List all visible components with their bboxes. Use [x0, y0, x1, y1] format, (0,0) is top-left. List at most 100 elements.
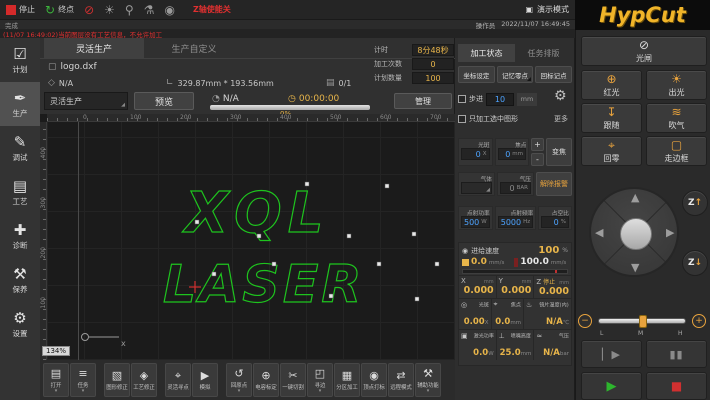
sidebar-item-process[interactable]: ▤ 工艺: [0, 170, 40, 214]
remote-mode-button[interactable]: ⇄ 远程模式: [388, 363, 414, 397]
operator-label: 操作员: [476, 20, 496, 30]
process-fix-button[interactable]: ◈ 工艺修正: [131, 363, 157, 397]
focus-cell: 焦点 0 mm: [495, 138, 530, 166]
shutter-button[interactable]: ⊘ 光闸: [581, 36, 707, 66]
slider-minus-button[interactable]: −: [578, 314, 592, 328]
zone-processing-button[interactable]: ▦ 分区加工: [334, 363, 360, 397]
demo-mode-button[interactable]: ▣ 演示模式: [525, 4, 569, 15]
jog-control: ▲ ▼ ◀ ▶ Z↑ Z↓: [581, 175, 707, 305]
sidebar-item-production[interactable]: ✒ 生产: [0, 82, 40, 126]
jog-up-arrow[interactable]: ▲: [631, 191, 639, 204]
only-selected-checkbox[interactable]: [458, 115, 466, 123]
z-up-button[interactable]: Z↑: [682, 190, 708, 216]
mic-sensor-icon[interactable]: ⚲: [125, 4, 134, 16]
nozzle-icon[interactable]: ⚗: [144, 4, 155, 16]
laser-out-button[interactable]: ☀ 出光: [646, 70, 707, 100]
sheet-count-value: 0/1: [339, 79, 352, 88]
pause-button[interactable]: ▮▮: [646, 340, 707, 368]
jog-right-arrow[interactable]: ▶: [666, 226, 674, 239]
indicator-icon[interactable]: ◉: [164, 4, 174, 16]
vertex-marking-button[interactable]: ◉ 顶点打标: [361, 363, 387, 397]
open-button[interactable]: ▤ 打开 ▾: [43, 363, 69, 397]
step-run-button[interactable]: ▏▶: [581, 340, 642, 368]
jog-center-button[interactable]: [620, 218, 652, 250]
tab-task-layout[interactable]: 任务排版: [515, 44, 572, 62]
stop-machine-button[interactable]: ■: [646, 372, 707, 400]
slider-plus-button[interactable]: +: [692, 314, 706, 328]
step-checkbox[interactable]: [458, 95, 466, 103]
more-link[interactable]: 更多: [554, 114, 568, 124]
z-down-button[interactable]: Z↓: [682, 250, 708, 276]
stop-label: 停止: [19, 4, 35, 15]
hypcut-app: 停止 ↻ 终点 ⊘ ☀ ⚲ ⚗ ◉ Z轴使能关 ▣ 演示模式 完成 操作员 20…: [0, 0, 710, 400]
focus-plus-button[interactable]: +: [531, 138, 544, 151]
stop-button[interactable]: 停止: [6, 4, 35, 15]
tab-processing-status[interactable]: 加工状态: [458, 44, 515, 62]
gas-select[interactable]: ◢: [461, 182, 492, 194]
flexible-find-point-button[interactable]: ⌖ 灵活寻点: [165, 363, 191, 397]
plan-qty-value[interactable]: 100: [412, 72, 454, 84]
manage-button[interactable]: 管理: [394, 93, 452, 109]
tab-production-custom[interactable]: 生产自定义: [144, 38, 244, 58]
start-button[interactable]: ▶: [581, 372, 642, 400]
memory-zero-button[interactable]: 记忆零点: [497, 66, 534, 83]
burst-freq-input[interactable]: 5000 Hz: [498, 216, 533, 228]
capacitance-calibration-button[interactable]: ⊕ 电容标定: [253, 363, 279, 397]
step-value-input[interactable]: 10: [486, 93, 514, 106]
focus-minus-button[interactable]: -: [531, 153, 544, 166]
jog-left-arrow[interactable]: ◀: [595, 226, 603, 239]
preview-button[interactable]: 预览: [134, 92, 194, 110]
sidebar-item-settings[interactable]: ⚙ 设置: [0, 302, 40, 346]
trace-frame-button[interactable]: ▢ 走边框: [646, 136, 707, 166]
spot-cell: 光斑 0 X: [458, 138, 493, 166]
sidebar-item-plan[interactable]: ☑ 计划: [0, 38, 40, 82]
zoom-focus-button[interactable]: 变焦: [546, 138, 572, 166]
step-label: 步进: [469, 94, 483, 104]
duty-cycle-input[interactable]: 0 %: [541, 216, 569, 228]
file-icon: ▢: [48, 62, 57, 72]
sidebar-item-maintain[interactable]: ⚒ 保养: [0, 258, 40, 302]
burst-power-input[interactable]: 500 W: [461, 216, 490, 228]
task-button[interactable]: ≡ 任务 ▾: [70, 363, 96, 397]
return-zero-button[interactable]: ⌖ 回零: [581, 136, 642, 166]
slider-handle[interactable]: [639, 315, 647, 328]
sidebar-item-debug[interactable]: ✎ 调试: [0, 126, 40, 170]
marker-disabled-icon[interactable]: ⊘: [84, 4, 94, 16]
coordinate-setting-button[interactable]: 坐标设定: [458, 66, 495, 83]
one-key-cut-button[interactable]: ✂ 一键切割: [280, 363, 306, 397]
feed-rate-bar[interactable]: [462, 269, 568, 274]
timer-value: 8分48秒: [412, 44, 454, 56]
sidebar-item-diagnose[interactable]: ✚ 诊断: [0, 214, 40, 258]
shape-fix-button[interactable]: ▧ 图形修正: [104, 363, 130, 397]
gas-cell: 气体 ◢: [458, 172, 495, 196]
tab-flexible-production[interactable]: 灵活生产: [44, 38, 144, 58]
red-light-button[interactable]: ⊕ 红光: [581, 70, 642, 100]
find-edge-button[interactable]: ◰ 寻边 ▾: [307, 363, 333, 397]
endpoint-button[interactable]: ↻ 终点: [45, 4, 74, 16]
return-origin-button[interactable]: ↺ 回原点 ▾: [226, 363, 252, 397]
pressure-input[interactable]: 0 BAR: [500, 182, 531, 194]
burst-power-cell: 点射功率 500 W: [458, 206, 493, 230]
return-mark-point-button[interactable]: 回标记点: [535, 66, 572, 83]
stop-icon: [6, 5, 16, 15]
z-axis-value: 0.000: [536, 286, 569, 297]
focus-input[interactable]: 0 mm: [498, 148, 527, 160]
work-canvas[interactable]: 0 100 200 300 400 500 600 700 400 300 20…: [40, 114, 455, 360]
step-settings-gear-icon[interactable]: ⚙: [554, 88, 567, 104]
spot-input[interactable]: 0 X: [461, 148, 490, 160]
auxiliary-functions-button[interactable]: ⚒ 辅助功能 ▾: [415, 363, 441, 397]
speed-slider[interactable]: [598, 318, 686, 324]
clear-alarm-button[interactable]: 解除报警: [536, 172, 572, 196]
return-zero-icon: ⌖: [608, 139, 615, 152]
simulate-button[interactable]: ▶ 模拟: [192, 363, 218, 397]
laser-emit-icon[interactable]: ☀: [104, 4, 115, 16]
follow-button[interactable]: ↧ 跟随: [581, 103, 642, 133]
endpoint-label: 终点: [58, 4, 74, 15]
bottom-toolbar: ▤ 打开 ▾ ≡ 任务 ▾ ▧ 图形修正 ◈ 工艺修正 ⌖: [40, 360, 455, 400]
speed-slider-zone: − + L M H: [578, 312, 710, 336]
jog-pad[interactable]: ▲ ▼ ◀ ▶: [589, 187, 679, 277]
jog-down-arrow[interactable]: ▼: [631, 261, 639, 274]
blow-air-button[interactable]: ≋ 吹气: [646, 103, 707, 133]
blow-air-icon: ≋: [671, 106, 681, 119]
mode-select[interactable]: 灵活生产 ◢: [44, 92, 128, 110]
